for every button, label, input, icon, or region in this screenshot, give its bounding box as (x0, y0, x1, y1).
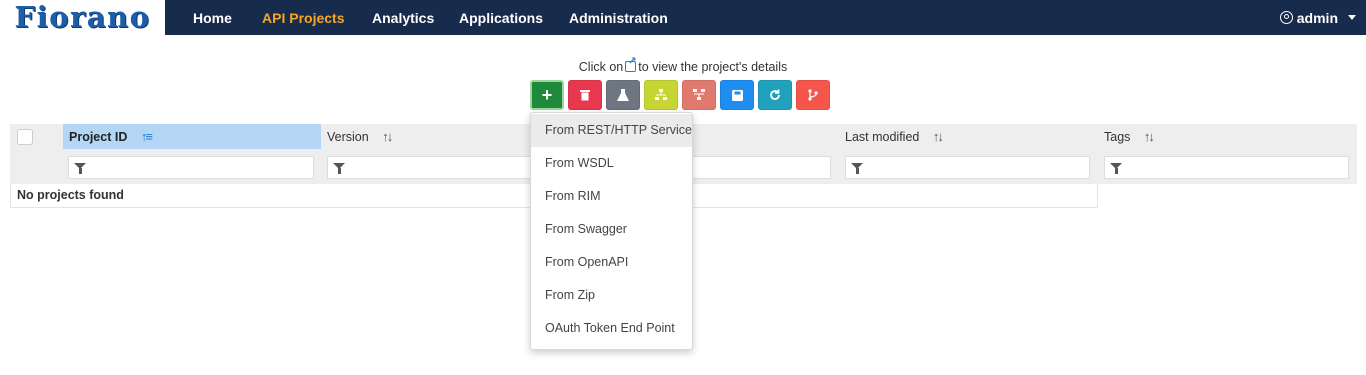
branch-button[interactable] (796, 80, 830, 110)
menu-item-wsdl[interactable]: From WSDL (531, 147, 692, 180)
nav-analytics[interactable]: Analytics (372, 0, 434, 35)
nav-administration[interactable]: Administration (569, 0, 668, 35)
add-project-button[interactable]: + (530, 80, 564, 110)
delete-project-button[interactable] (568, 80, 602, 110)
caret-down-icon (1348, 15, 1356, 20)
menu-item-swagger[interactable]: From Swagger (531, 213, 692, 246)
trash-icon (580, 90, 590, 101)
user-name: admin (1296, 9, 1338, 26)
sort-icon: ↑↓ (1143, 129, 1155, 144)
column-last-modified[interactable]: Last modified ↑↓ (839, 124, 1099, 149)
menu-item-rest-http[interactable]: From REST/HTTP Service (531, 114, 692, 147)
add-project-dropdown: From REST/HTTP Service From WSDL From RI… (530, 112, 693, 350)
sort-icon: ↑↓ (932, 129, 944, 144)
filter-icon (851, 163, 863, 174)
hint-text-before: Click on (578, 60, 624, 74)
menu-item-oauth-token[interactable]: OAuth Token End Point (531, 312, 692, 345)
filter-project-id[interactable] (68, 156, 314, 179)
details-hint: Click on to view the project's details (0, 56, 1366, 74)
sort-icon: ↑↓ (382, 129, 393, 144)
logo-text: Fiorano (14, 0, 151, 34)
top-navbar: Fiorano Home API Projects Analytics Appl… (0, 0, 1366, 35)
refresh-button[interactable] (758, 80, 792, 110)
column-label: Tags (1104, 130, 1131, 144)
user-menu[interactable]: admin (1279, 0, 1356, 35)
sort-asc-icon: ↑≡ (140, 129, 153, 144)
column-label: Last modified (845, 130, 920, 144)
nav-applications[interactable]: Applications (459, 0, 543, 35)
save-icon (731, 89, 743, 101)
project-toolbar: + (530, 80, 830, 110)
menu-item-rim[interactable]: From RIM (531, 180, 692, 213)
save-project-button[interactable] (720, 80, 754, 110)
refresh-icon (770, 89, 780, 100)
flask-icon (617, 89, 629, 101)
select-all-checkbox[interactable] (17, 129, 33, 145)
fiorano-logo[interactable]: Fiorano (0, 0, 165, 35)
deploy-project-button[interactable] (644, 80, 678, 110)
column-tags[interactable]: Tags ↑↓ (1098, 124, 1357, 149)
nav-api-projects[interactable]: API Projects (262, 0, 344, 35)
column-label: Version (327, 130, 369, 144)
filter-icon (333, 163, 345, 174)
filter-tags[interactable] (1104, 156, 1349, 179)
sitemap-down-icon (693, 89, 705, 100)
filter-icon (74, 163, 86, 174)
external-link-icon (625, 56, 637, 72)
undeploy-project-button[interactable] (682, 80, 716, 110)
branch-icon (808, 89, 818, 101)
menu-item-zip[interactable]: From Zip (531, 279, 692, 312)
column-project-id[interactable]: Project ID ↑≡ (63, 124, 321, 149)
nav-home[interactable]: Home (193, 0, 232, 35)
menu-item-openapi[interactable]: From OpenAPI (531, 246, 692, 279)
hint-text-after: to view the project's details (638, 60, 788, 74)
user-circle-icon (1279, 11, 1293, 24)
import-project-button[interactable] (606, 80, 640, 110)
column-label: Project ID (69, 130, 128, 144)
sitemap-icon (655, 89, 667, 100)
plus-icon: + (541, 84, 553, 105)
filter-last-modified[interactable] (845, 156, 1090, 179)
filter-icon (1110, 163, 1122, 174)
